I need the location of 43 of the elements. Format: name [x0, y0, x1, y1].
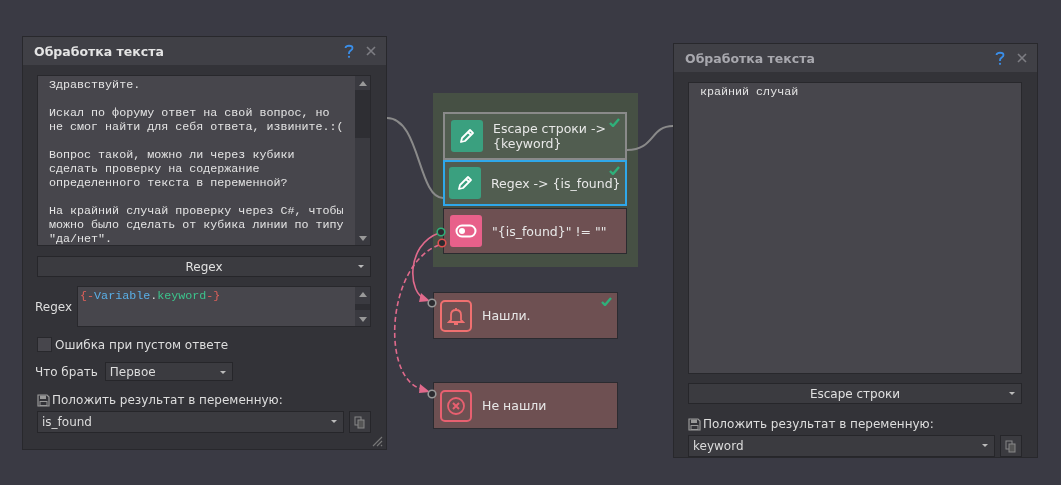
regex-field[interactable]: {-Variable.keyword-} — [77, 286, 371, 327]
field-label: Regex — [35, 299, 73, 314]
close-icon[interactable] — [366, 46, 376, 56]
toggle-icon — [450, 215, 482, 247]
take-dropdown[interactable]: Первое — [104, 362, 233, 381]
pencil-icon — [449, 167, 481, 199]
node-label: Escape строки -> {keyword} — [493, 121, 606, 151]
variable-dropdown[interactable]: keyword — [688, 435, 995, 457]
copy-icon — [354, 415, 366, 429]
node-label: Нашли. — [482, 308, 531, 323]
node-label: "{is_found}" != "" — [492, 223, 607, 239]
action-node[interactable]: Не нашли — [433, 382, 618, 429]
node-label: Не нашли — [482, 398, 547, 413]
port-icon[interactable] — [427, 389, 437, 399]
close-icon[interactable] — [1017, 53, 1027, 63]
action-node[interactable]: Нашли. — [433, 292, 618, 339]
mode-dropdown[interactable]: Escape строки — [688, 383, 1022, 404]
help-icon[interactable] — [995, 51, 1005, 65]
copy-button[interactable] — [1000, 435, 1022, 457]
text-area[interactable]: крайний случай — [688, 82, 1022, 374]
action-node[interactable]: Escape строки -> {keyword} — [443, 112, 627, 160]
resize-grip-icon[interactable] — [371, 435, 383, 447]
window-title: Обработка текста — [34, 43, 165, 59]
window-title: Обработка текста — [685, 50, 816, 66]
mode-dropdown[interactable]: Regex — [37, 256, 371, 277]
bell-icon — [440, 299, 472, 332]
text-content: Здравствуйте. Искал по форуму ответ на свой вопрос, но не смог найти для себя ответа, извините.:( Вопрос такой, можно ли через кубики сделать проверку на содержание определенного текста в переменной? На крайний случай проверку через C#, чтобы можно было сделать от кубика линии по типу "да/нет". — [48, 77, 345, 245]
checkbox-label: Ошибка при пустом ответе — [55, 337, 229, 352]
copy-icon — [1005, 439, 1017, 453]
variable-dropdown[interactable]: is_found — [37, 411, 344, 433]
node-label: Regex -> {is_found} — [491, 175, 621, 191]
checkbox[interactable] — [37, 337, 52, 352]
scrollbar[interactable] — [355, 76, 370, 245]
action-node[interactable]: Regex -> {is_found} — [443, 160, 627, 206]
save-label: Положить результат в переменную: — [703, 417, 934, 431]
action-node[interactable]: "{is_found}" != "" — [443, 208, 627, 254]
field-label: Что брать — [35, 364, 98, 379]
help-icon[interactable] — [344, 44, 354, 58]
copy-button[interactable] — [349, 411, 371, 433]
port-icon[interactable] — [427, 298, 437, 308]
pencil-icon — [451, 120, 483, 152]
connector-line — [626, 125, 674, 151]
save-label: Положить результат в переменную: — [52, 393, 283, 407]
